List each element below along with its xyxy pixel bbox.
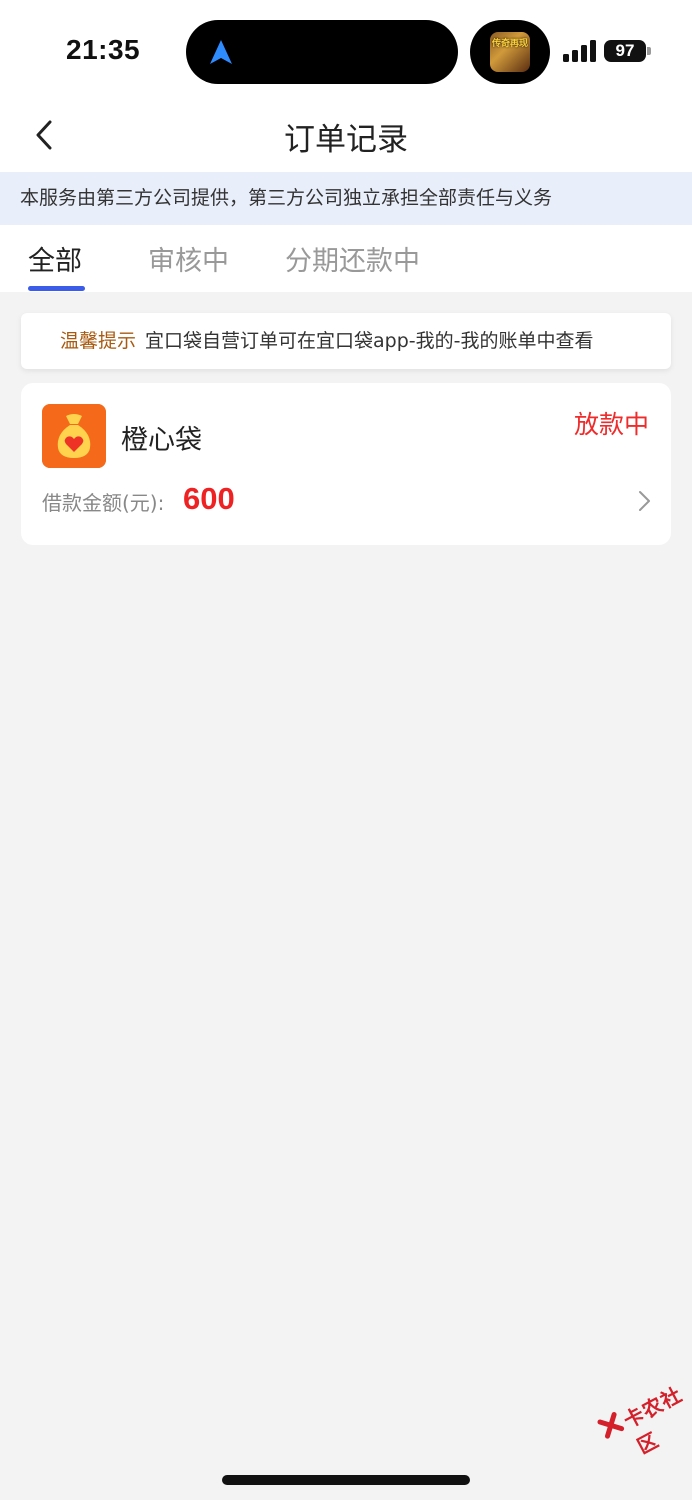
loan-amount-label: 借款金额(元): <box>42 491 165 515</box>
tip-label: 温馨提示 <box>60 330 137 352</box>
page-title: 订单记录 <box>284 122 408 158</box>
order-card[interactable]: 橙心袋 放款中 借款金额(元): 600 <box>21 383 671 545</box>
dynamic-island[interactable] <box>186 20 458 84</box>
order-status: 放款中 <box>573 410 649 439</box>
tab-bar: 全部 审核中 分期还款中 <box>0 225 692 292</box>
dynamic-island-game[interactable]: 传奇再现 <box>470 20 550 84</box>
battery-level: 97 <box>604 40 646 62</box>
cellular-signal-icon <box>563 40 596 62</box>
loan-amount-value: 600 <box>183 481 235 516</box>
lender-name: 橙心袋 <box>121 425 202 456</box>
active-tab-indicator <box>28 286 85 291</box>
watermark: 卡农社区 <box>588 1361 692 1461</box>
game-icon-text: 传奇再现 <box>492 39 529 49</box>
tip-text: 宜口袋自营订单可在宜口袋app-我的-我的账单中查看 <box>145 330 594 352</box>
status-bar: 21:35 传奇再现 97 <box>0 0 692 100</box>
game-app-icon: 传奇再现 <box>490 32 530 72</box>
home-indicator[interactable] <box>222 1475 470 1485</box>
money-bag-logo-icon <box>42 404 106 468</box>
tip-card: 温馨提示 宜口袋自营订单可在宜口袋app-我的-我的账单中查看 <box>21 313 671 369</box>
chevron-right-icon <box>639 491 650 511</box>
tab-reviewing[interactable]: 审核中 <box>148 239 229 278</box>
battery-tip <box>647 47 651 55</box>
tab-installment-repaying[interactable]: 分期还款中 <box>285 239 420 278</box>
watermark-text: 卡农社区 <box>619 1382 687 1459</box>
tab-all[interactable]: 全部 <box>28 239 82 278</box>
navigation-arrow-icon <box>210 40 232 64</box>
status-time: 21:35 <box>66 34 141 65</box>
third-party-notice: 本服务由第三方公司提供，第三方公司独立承担全部责任与义务 <box>0 172 692 225</box>
navigation-bar: 订单记录 <box>0 100 692 172</box>
